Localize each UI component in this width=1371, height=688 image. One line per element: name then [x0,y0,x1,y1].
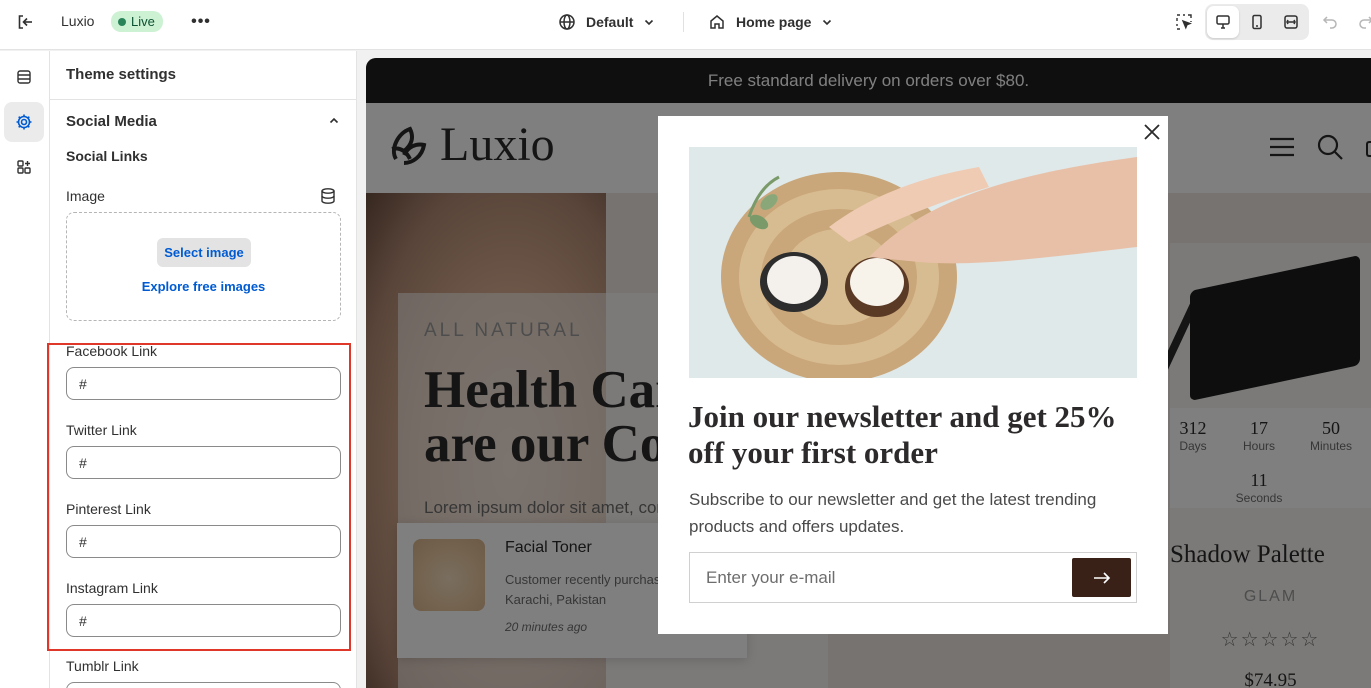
settings-panel: Theme settings Social Media Social Links… [50,51,357,688]
instagram-link-input[interactable]: # [66,604,341,637]
gear-icon [16,114,32,130]
section-header-social-media[interactable]: Social Media [66,113,157,130]
status-badge: Live [111,11,163,32]
tumblr-link-label: Tumblr Link [66,658,139,674]
fullscreen-view-button[interactable] [1275,6,1307,38]
divider [50,99,356,100]
database-icon[interactable] [319,187,337,205]
popup-image [689,147,1137,378]
page-name: Home page [736,14,812,30]
more-actions-button[interactable]: ••• [190,11,212,33]
newsletter-popup: Join our newsletter and get 25% off your… [658,116,1168,634]
select-image-button[interactable]: Select image [157,238,251,267]
email-input[interactable]: Enter your e-mail [689,552,1137,603]
theme-settings-button[interactable] [4,102,44,142]
editor-rail [0,51,50,688]
pinterest-link-label: Pinterest Link [66,501,151,517]
globe-icon [559,14,575,30]
storefront-preview: Free standard delivery on orders over $8… [366,58,1371,688]
home-icon [710,15,724,29]
exit-icon[interactable] [14,11,36,33]
fullscreen-icon [1284,15,1298,29]
sections-button[interactable] [4,57,44,97]
popup-title: Join our newsletter and get 25% off your… [688,399,1117,470]
twitter-link-label: Twitter Link [66,422,137,438]
undo-icon[interactable] [1320,11,1340,31]
explore-free-images-link[interactable]: Explore free images [67,279,340,294]
apps-icon [17,160,31,174]
close-icon[interactable] [1142,122,1162,142]
theme-selector[interactable]: Default [558,10,655,34]
page-selector[interactable]: Home page [708,10,833,34]
popup-description: Subscribe to our newsletter and get the … [689,490,1097,536]
instagram-link-label: Instagram Link [66,580,158,596]
viewport-switcher [1205,4,1309,40]
inspector-icon[interactable] [1172,10,1196,34]
image-dropzone[interactable]: Select image Explore free images [66,212,341,321]
apps-button[interactable] [4,147,44,187]
chevron-down-icon [823,19,832,26]
redo-icon[interactable] [1356,11,1371,31]
arrow-right-icon [1093,571,1110,584]
mobile-view-button[interactable] [1241,6,1273,38]
tumblr-link-input[interactable] [66,682,341,688]
desktop-icon [1216,15,1230,29]
panel-title: Theme settings [66,66,177,83]
sections-icon [17,70,31,84]
status-label: Live [131,14,155,29]
facebook-link-input[interactable]: # [66,367,341,400]
chevron-down-icon [645,19,654,26]
mobile-icon [1252,14,1262,30]
facebook-link-label: Facebook Link [66,343,158,359]
status-dot [118,17,126,26]
divider [683,12,684,32]
subsection-header: Social Links [66,148,148,164]
pinterest-link-input[interactable]: # [66,525,341,558]
twitter-link-input[interactable]: # [66,446,341,479]
top-bar: Luxio Live ••• Default Home page [0,0,1371,50]
image-label: Image [66,188,105,204]
store-name: Luxio [61,13,95,29]
chevron-up-icon[interactable] [326,113,342,129]
subscribe-button[interactable] [1072,558,1131,597]
theme-name: Default [586,14,634,30]
desktop-view-button[interactable] [1207,6,1239,38]
